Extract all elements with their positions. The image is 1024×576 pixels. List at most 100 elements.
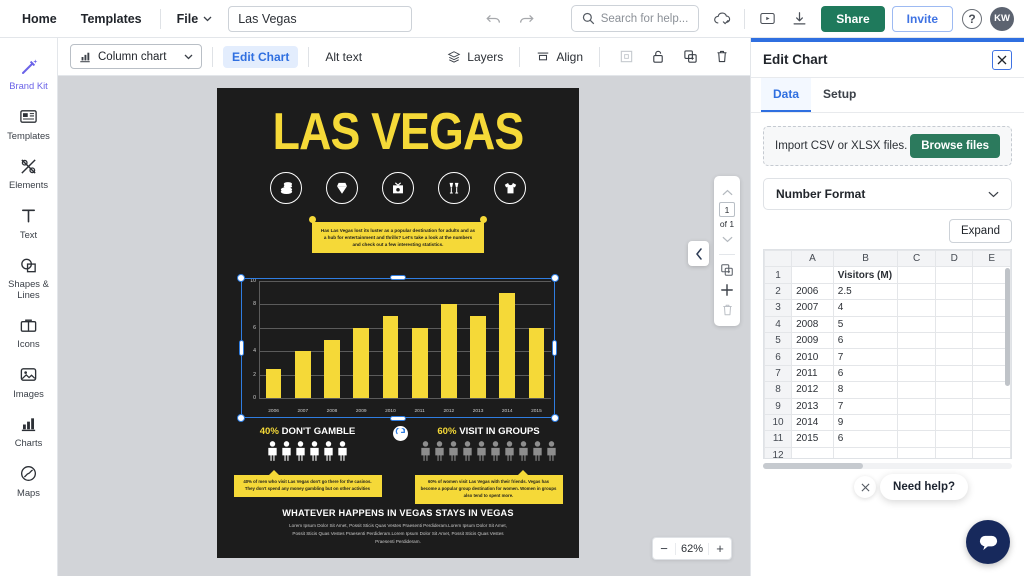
spreadsheet-cell[interactable]	[972, 397, 1011, 415]
scrollbar-thumb[interactable]	[763, 463, 863, 469]
zoom-out-button[interactable]: −	[653, 541, 675, 556]
spreadsheet-horizontal-scrollbar[interactable]	[763, 463, 1012, 469]
spreadsheet-cell[interactable]	[897, 446, 936, 458]
share-button[interactable]: Share	[821, 5, 885, 32]
file-menu[interactable]: File	[167, 6, 223, 32]
spreadsheet-cell[interactable]: 2012	[791, 381, 834, 399]
spreadsheet-cell[interactable]	[897, 299, 936, 317]
spreadsheet-cell[interactable]	[897, 331, 936, 350]
poster-chart[interactable]: 0 2 4 6 8 10 2006 2007 2008 2009 2010 2011 2012 2013…	[243, 278, 553, 416]
spreadsheet-cell[interactable]	[934, 381, 974, 399]
tab-setup[interactable]: Setup	[811, 78, 868, 112]
spreadsheet-column-header[interactable]: E	[972, 250, 1011, 268]
undo-icon[interactable]	[485, 10, 503, 28]
resize-handle-br[interactable]	[551, 414, 559, 422]
resize-handle-tr[interactable]	[551, 274, 559, 282]
spreadsheet-cell[interactable]	[897, 430, 936, 448]
spreadsheet-cell[interactable]	[972, 430, 1011, 448]
sidebar-item-maps[interactable]: Maps	[0, 463, 58, 499]
spreadsheet-cell[interactable]: 2011	[791, 364, 834, 383]
resize-handle-tl[interactable]	[237, 274, 245, 282]
resize-handle-top[interactable]	[390, 275, 406, 280]
spreadsheet-row-header[interactable]: 7	[764, 364, 793, 383]
spreadsheet-row-header[interactable]: 5	[764, 331, 793, 350]
nav-home[interactable]: Home	[10, 6, 69, 32]
number-format-accordion[interactable]: Number Format	[763, 178, 1012, 210]
nav-templates[interactable]: Templates	[69, 6, 154, 32]
sidebar-item-text[interactable]: Text	[0, 205, 58, 241]
close-panel-button[interactable]	[992, 49, 1012, 70]
page-down-button[interactable]	[716, 229, 738, 249]
spreadsheet-row-header[interactable]: 12	[764, 446, 793, 458]
spreadsheet-column-header[interactable]: A	[791, 250, 834, 268]
sidebar-item-images[interactable]: Images	[0, 364, 58, 400]
spreadsheet-cell[interactable]	[897, 381, 936, 399]
spreadsheet-row-header[interactable]: 4	[764, 315, 793, 333]
sidebar-item-templates[interactable]: Templates	[0, 106, 58, 142]
spreadsheet-cell[interactable]: 7	[832, 348, 899, 366]
spreadsheet-cell[interactable]: 2015	[791, 430, 834, 448]
sidebar-item-shapes-lines[interactable]: Shapes & Lines	[0, 254, 58, 300]
zoom-in-button[interactable]: +	[709, 541, 731, 556]
spreadsheet-cell[interactable]	[972, 446, 1011, 458]
crop-button[interactable]	[613, 44, 639, 70]
spreadsheet-cell[interactable]	[934, 266, 974, 284]
chat-fab-button[interactable]	[966, 520, 1010, 564]
spreadsheet-row-header[interactable]: 11	[764, 430, 793, 448]
need-help-bubble[interactable]: Need help?	[880, 474, 968, 500]
spreadsheet-cell[interactable]	[832, 446, 899, 458]
spreadsheet-cell[interactable]: 2007	[791, 299, 834, 317]
spreadsheet-cell[interactable]: 6	[832, 331, 899, 350]
tab-data[interactable]: Data	[761, 78, 812, 112]
spreadsheet-cell[interactable]: 9	[832, 413, 899, 432]
chart-type-select[interactable]: Column chart	[70, 44, 202, 69]
spreadsheet-cell[interactable]	[897, 348, 936, 366]
resize-handle-right[interactable]	[552, 340, 557, 356]
sidebar-item-icons[interactable]: Icons	[0, 314, 58, 350]
spreadsheet-cell[interactable]	[934, 299, 974, 317]
spreadsheet-vertical-scrollbar[interactable]	[1005, 268, 1010, 386]
spreadsheet-cell[interactable]: Visitors (M)	[832, 266, 899, 284]
infographic-poster[interactable]: LAS VEGAS Has Las Vegas lost its luster …	[217, 88, 579, 558]
spreadsheet-cell[interactable]: 2009	[791, 331, 834, 350]
spreadsheet-cell[interactable]	[897, 413, 936, 432]
spreadsheet-cell[interactable]: 8	[832, 381, 899, 399]
cloud-saved-icon[interactable]	[709, 6, 735, 32]
spreadsheet-cell[interactable]: 2008	[791, 315, 834, 333]
spreadsheet-cell[interactable]	[934, 413, 974, 432]
close-chat-prompt-button[interactable]	[854, 476, 876, 498]
spreadsheet-cell[interactable]: 6	[832, 364, 899, 383]
spreadsheet-cell[interactable]: 2010	[791, 348, 834, 366]
spreadsheet-column-header[interactable]: D	[934, 250, 974, 268]
spreadsheet-cell[interactable]: 5	[832, 315, 899, 333]
spreadsheet-row-header[interactable]: 9	[764, 397, 793, 415]
spreadsheet-column-header[interactable]: C	[897, 250, 936, 268]
spreadsheet-cell[interactable]: 7	[832, 397, 899, 415]
page-up-button[interactable]	[716, 182, 738, 202]
spreadsheet-column-header[interactable]	[764, 250, 793, 268]
spreadsheet-cell[interactable]	[934, 315, 974, 333]
sidebar-item-elements[interactable]: Elements	[0, 155, 58, 191]
canvas-area[interactable]: LAS VEGAS Has Las Vegas lost its luster …	[58, 76, 750, 576]
refresh-badge-button[interactable]	[393, 426, 408, 441]
spreadsheet-cell[interactable]	[897, 397, 936, 415]
spreadsheet-cell[interactable]	[934, 331, 974, 350]
spreadsheet-cell[interactable]	[897, 364, 936, 383]
data-spreadsheet[interactable]: ABCDE 1 Visitors (M) 2 2006 2.5 3 2007 4 4 2008 5 5…	[763, 249, 1012, 459]
spreadsheet-cell[interactable]	[897, 266, 936, 284]
spreadsheet-cell[interactable]	[791, 266, 834, 284]
download-button[interactable]	[786, 6, 812, 32]
spreadsheet-column-header[interactable]: B	[832, 250, 899, 268]
redo-icon[interactable]	[517, 10, 535, 28]
spreadsheet-cell[interactable]: 2014	[791, 413, 834, 432]
spreadsheet-cell[interactable]	[791, 446, 834, 458]
alt-text-button[interactable]: Alt text	[319, 46, 368, 68]
duplicate-button[interactable]	[677, 44, 703, 70]
spreadsheet-row-header[interactable]: 1	[764, 266, 793, 284]
resize-handle-bl[interactable]	[237, 414, 245, 422]
spreadsheet-cell[interactable]	[934, 282, 974, 301]
spreadsheet-row-header[interactable]: 10	[764, 413, 793, 432]
spreadsheet-cell[interactable]: 2013	[791, 397, 834, 415]
page-number[interactable]: 1	[719, 202, 735, 217]
spreadsheet-cell[interactable]	[934, 397, 974, 415]
